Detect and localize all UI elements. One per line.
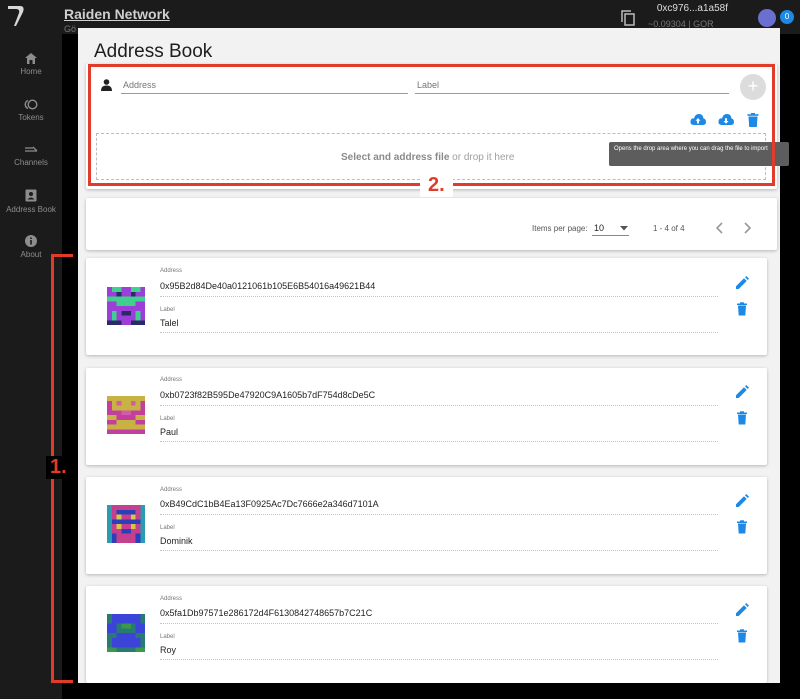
- edit-icon[interactable]: [735, 603, 749, 617]
- entry-address[interactable]: 0x95B2d84De40a0121061b105E6B54016a49621B…: [160, 281, 375, 291]
- entry-label[interactable]: Roy: [160, 645, 176, 655]
- notification-badge[interactable]: 0: [780, 10, 794, 24]
- label-field-underline: [160, 659, 718, 660]
- sidebar-item-home[interactable]: Home: [0, 53, 62, 76]
- address-entry-card: [86, 477, 767, 574]
- copy-icon[interactable]: [621, 10, 635, 26]
- address-field-underline: [160, 296, 718, 297]
- account-avatar[interactable]: [758, 9, 776, 27]
- sidebar-item-label: Home: [20, 67, 42, 76]
- dialog-title: Address Book: [94, 41, 213, 62]
- app-root: Raiden Network Gö 0xc976...a1a58f ~0.093…: [0, 0, 800, 699]
- address-entry-card: [86, 258, 767, 355]
- next-page-icon[interactable]: [742, 222, 752, 234]
- address-field-label: Address: [160, 377, 183, 383]
- label-field-underline: [160, 441, 718, 442]
- label-field-label: Label: [160, 307, 175, 313]
- entry-address[interactable]: 0x5fa1Db97571e286172d4F6130842748657b7C2…: [160, 608, 372, 618]
- sidebar-item-label: Tokens: [18, 113, 44, 122]
- previous-page-icon[interactable]: [715, 222, 725, 234]
- sidebar-item-label: About: [20, 250, 42, 259]
- sidebar-item-label: Channels: [14, 158, 48, 167]
- delete-icon[interactable]: [735, 629, 749, 643]
- dropdown-arrow-icon[interactable]: [620, 226, 628, 231]
- items-per-page-underline: [592, 235, 629, 236]
- delete-icon[interactable]: [735, 411, 749, 425]
- account-address[interactable]: 0xc976...a1a58f: [657, 3, 728, 14]
- identicon-avatar: [107, 505, 145, 543]
- channels-icon: [25, 146, 38, 152]
- address-field-label: Address: [160, 487, 183, 493]
- annotation-box-2: [88, 64, 775, 186]
- home-icon: [25, 53, 37, 64]
- address-field-underline: [160, 514, 718, 515]
- address-field-label: Address: [160, 596, 183, 602]
- raiden-logo-icon: [8, 6, 24, 26]
- edit-icon[interactable]: [735, 276, 749, 290]
- edit-icon[interactable]: [735, 385, 749, 399]
- tokens-icon: [24, 99, 38, 110]
- edit-icon[interactable]: [735, 494, 749, 508]
- sidebar-item-channels[interactable]: Channels: [0, 144, 62, 167]
- address-entry-card: [86, 368, 767, 465]
- address-entry-card: [86, 586, 767, 683]
- label-field-underline: [160, 332, 718, 333]
- pagination-range: 1 - 4 of 4: [653, 224, 685, 233]
- label-field-label: Label: [160, 525, 175, 531]
- annotation-label-2: 2.: [420, 174, 453, 197]
- sidebar-item-address-book[interactable]: Address Book: [0, 189, 62, 214]
- app-network: Gö: [64, 24, 77, 34]
- sidebar-item-label: Address Book: [6, 205, 56, 214]
- label-field-label: Label: [160, 416, 175, 422]
- entry-label[interactable]: Talel: [160, 318, 179, 328]
- delete-icon[interactable]: [735, 302, 749, 316]
- address-field-underline: [160, 623, 718, 624]
- label-field-underline: [160, 550, 718, 551]
- items-per-page-label: Items per page:: [532, 224, 588, 233]
- entry-label[interactable]: Dominik: [160, 536, 193, 546]
- items-per-page-select[interactable]: 10: [594, 223, 604, 233]
- delete-icon[interactable]: [735, 520, 749, 534]
- sidebar-item-tokens[interactable]: Tokens: [0, 99, 62, 122]
- entry-label[interactable]: Paul: [160, 427, 178, 437]
- address-field-underline: [160, 405, 718, 406]
- label-field-label: Label: [160, 634, 175, 640]
- info-icon: [25, 235, 37, 247]
- identicon-avatar: [107, 287, 145, 325]
- entry-address[interactable]: 0xB49CdC1bB4Ea13F0925Ac7Dc7666e2a346d710…: [160, 499, 379, 509]
- identicon-avatar: [107, 614, 145, 652]
- address-book-icon: [25, 189, 37, 202]
- entry-address[interactable]: 0xb0723f82B595De47920C9A1605b7dF754d8cDe…: [160, 390, 375, 400]
- annotation-label-1: 1.: [46, 456, 71, 479]
- address-field-label: Address: [160, 268, 183, 274]
- identicon-avatar: [107, 396, 145, 434]
- app-title[interactable]: Raiden Network: [64, 6, 170, 22]
